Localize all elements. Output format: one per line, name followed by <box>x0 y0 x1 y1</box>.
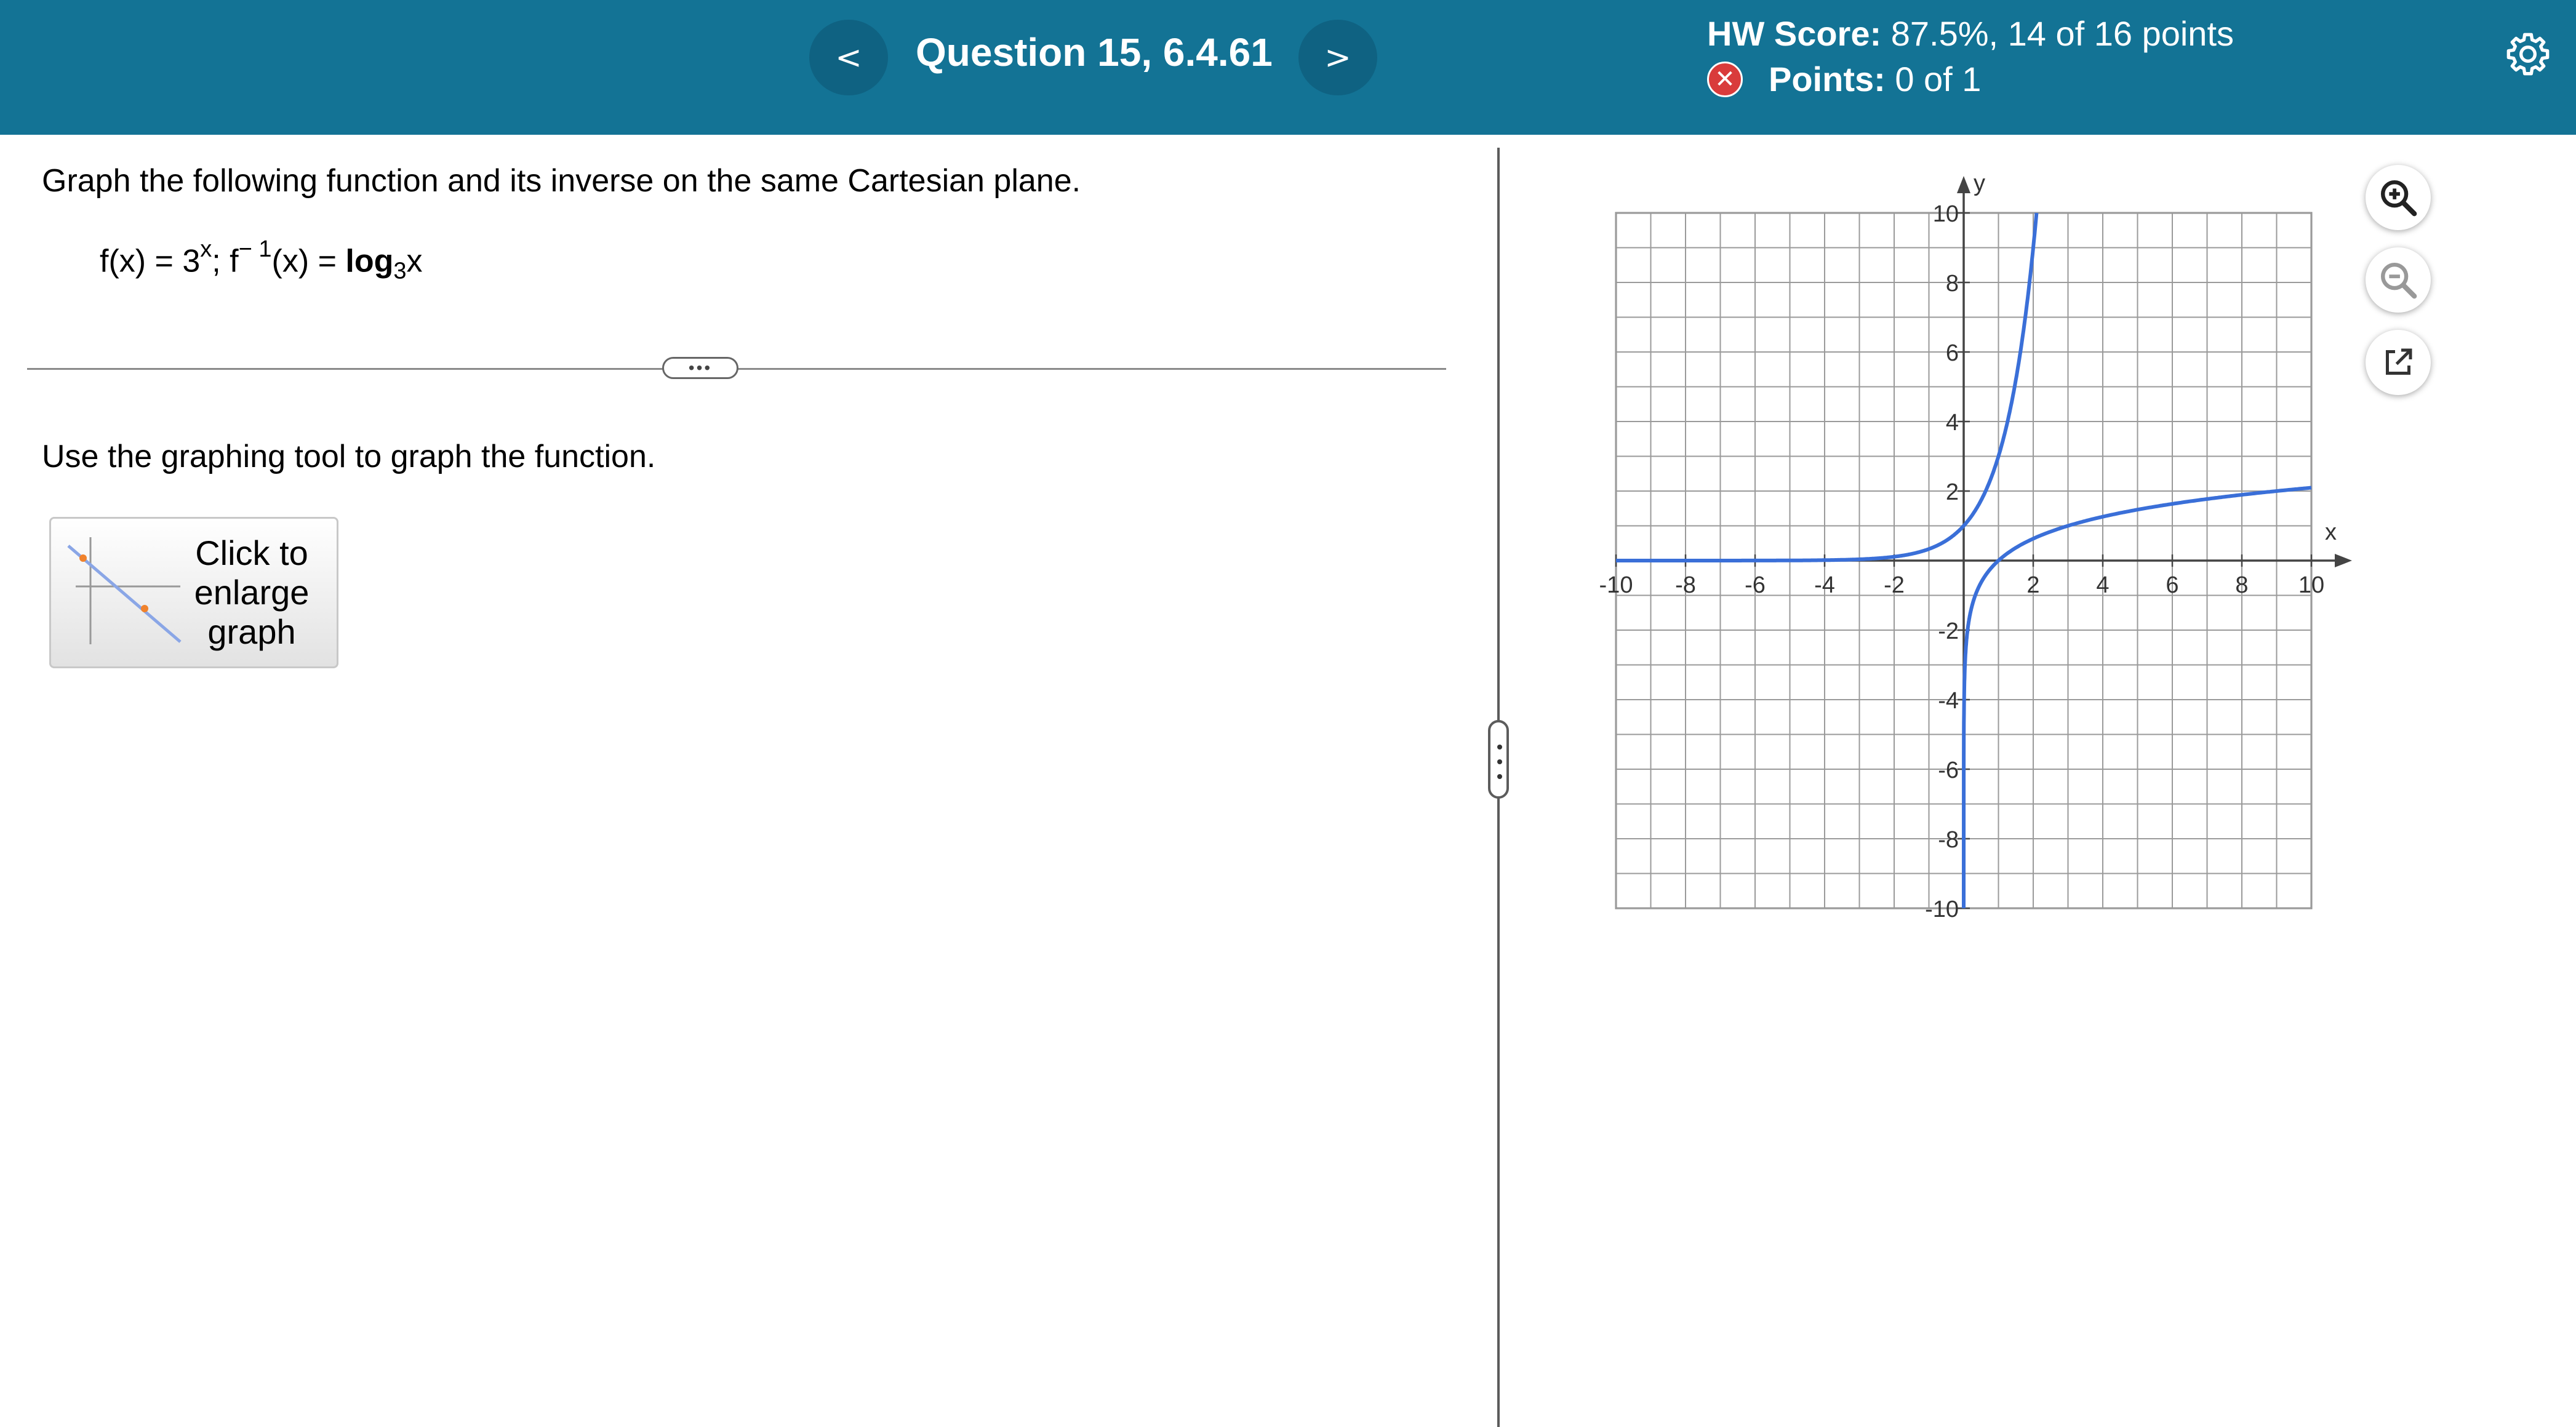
formula-separator: ; f <box>212 243 239 279</box>
x-tick-label: -6 <box>1745 572 1766 598</box>
y-tick-label: -6 <box>1938 757 1959 783</box>
x-tick-label: -10 <box>1599 572 1633 598</box>
external-link-icon <box>2386 348 2412 375</box>
y-tick-label: -8 <box>1938 827 1959 853</box>
y-tick-label: 8 <box>1946 271 1959 297</box>
top-bar: < Question 15, 6.4.61 > HW Score: 87.5%,… <box>0 0 2576 135</box>
gear-icon[interactable] <box>2503 30 2553 79</box>
x-tick-label: 6 <box>2166 572 2178 598</box>
formula-log-base: 3 <box>393 258 407 284</box>
enlarge-graph-button[interactable]: Click to enlarge graph <box>49 517 338 668</box>
graph-thumbnail-icon <box>67 537 182 644</box>
y-tick-label: 10 <box>1933 201 1959 227</box>
y-tick-label: 2 <box>1946 479 1959 505</box>
chevron-right-icon: > <box>1324 39 1351 76</box>
formula-f-lhs: f(x) = 3 <box>100 243 201 279</box>
hw-score-label: HW Score: <box>1707 14 1882 53</box>
formula-inverse-lhs: (x) = <box>271 243 346 279</box>
enlarge-graph-label: Click to enlarge graph <box>194 534 310 651</box>
x-tick-label: -8 <box>1675 572 1696 598</box>
function-formula: f(x) = 3x; f− 1(x) = log3x <box>100 236 423 285</box>
next-question-button[interactable]: > <box>1298 20 1377 95</box>
pane-resize-handle[interactable] <box>1488 720 1509 799</box>
chevron-left-icon: < <box>835 39 862 76</box>
y-axis-arrow <box>1957 176 1970 193</box>
tool-instruction: Use the graphing tool to graph the funct… <box>42 439 656 474</box>
zoom-in-button[interactable] <box>2366 165 2431 230</box>
zoom-out-button[interactable] <box>2366 247 2431 313</box>
x-tick-label: 10 <box>2298 572 2324 598</box>
y-tick-label: -4 <box>1938 688 1959 714</box>
x-axis-arrow <box>2335 554 2352 567</box>
points-status: ✕ Points: 0 of 1 <box>1707 59 1981 99</box>
formula-log-arg: x <box>406 243 423 279</box>
zoom-out-icon <box>2381 263 2417 299</box>
previous-question-button[interactable]: < <box>809 20 888 95</box>
open-external-button[interactable] <box>2366 330 2431 395</box>
x-axis-label: x <box>2325 519 2337 545</box>
x-tick-label: 2 <box>2026 572 2039 598</box>
formula-log: log <box>345 243 394 279</box>
hw-score: HW Score: 87.5%, 14 of 16 points <box>1707 14 2234 54</box>
x-tick-label: 4 <box>2096 572 2109 598</box>
formula-exponent: x <box>200 236 212 262</box>
y-tick-label: -2 <box>1938 618 1959 644</box>
y-tick-label: 6 <box>1946 340 1959 366</box>
x-tick-label: -4 <box>1814 572 1835 598</box>
y-axis-label: y <box>1974 170 1985 196</box>
x-tick-label: 8 <box>2235 572 2248 598</box>
question-title: Question 15, 6.4.61 <box>916 30 1273 74</box>
x-circle-icon: ✕ <box>1707 61 1743 97</box>
zoom-in-icon <box>2381 180 2417 217</box>
problem-instruction: Graph the following function and its inv… <box>42 163 1081 199</box>
cartesian-graph[interactable]: x y -10 -8 -6 -4 -2 2 4 6 8 10 10 8 6 4 2 -2 -4 -6 -8 -10 <box>1575 166 2375 941</box>
points-value: 0 of 1 <box>1895 60 1982 98</box>
expand-more-button[interactable]: ••• <box>662 357 738 379</box>
formula-inverse-marker: − 1 <box>238 236 272 262</box>
points-label: Points: <box>1769 60 1886 98</box>
y-tick-label: 4 <box>1946 410 1959 436</box>
y-tick-label: -10 <box>1925 897 1959 922</box>
hw-score-value: 87.5%, 14 of 16 points <box>1890 14 2234 53</box>
x-tick-label: -2 <box>1884 572 1905 598</box>
